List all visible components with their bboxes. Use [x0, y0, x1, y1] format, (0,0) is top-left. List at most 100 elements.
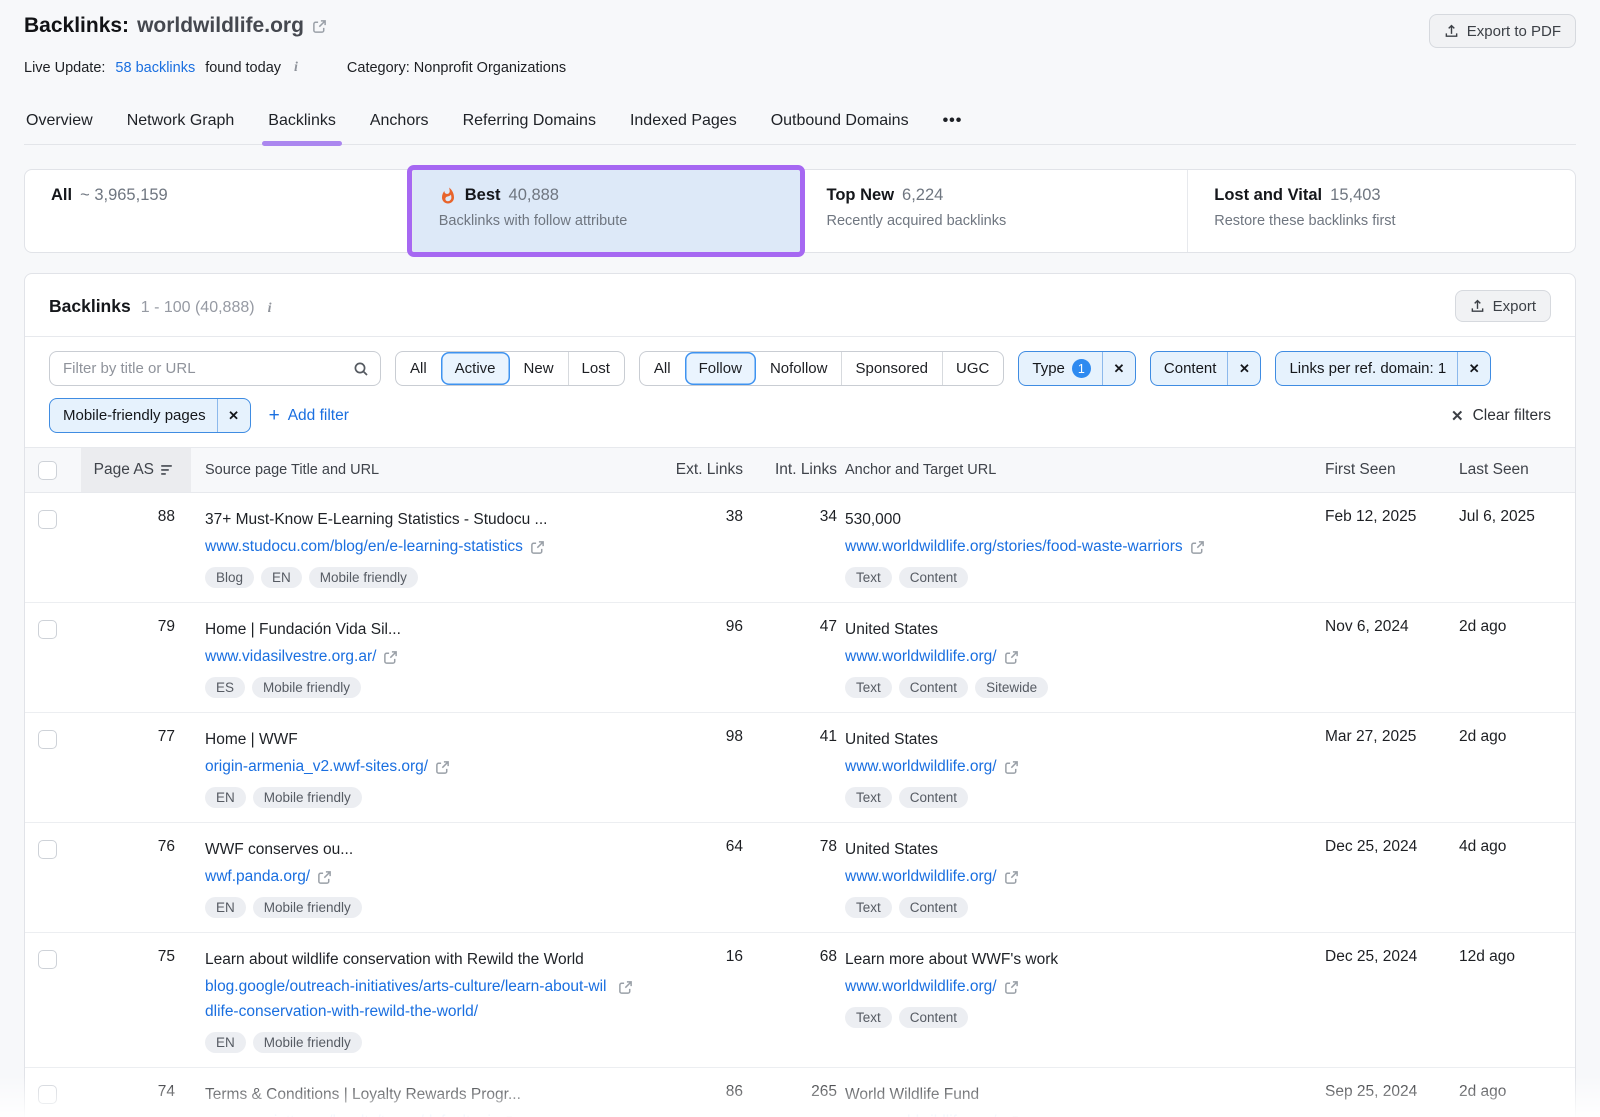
tab-anchors[interactable]: Anchors	[368, 102, 431, 144]
last-seen-value: Jul 6, 2025	[1459, 508, 1575, 588]
target-url-link[interactable]: www.worldwildlife.org/	[845, 644, 997, 669]
anchor-text: World Wildlife Fund	[845, 1083, 1305, 1106]
segment-status-new[interactable]: New	[510, 352, 568, 385]
title-url-filter	[49, 351, 381, 386]
column-header-page-as[interactable]: Page AS	[81, 448, 191, 492]
row-checkbox[interactable]	[38, 620, 57, 639]
segment-status-all[interactable]: All	[396, 352, 441, 385]
external-link-icon[interactable]	[530, 540, 545, 555]
add-filter-button[interactable]: + Add filter	[269, 406, 349, 425]
column-header-int-links[interactable]: Int. Links	[743, 448, 837, 492]
sort-descending-icon	[161, 464, 175, 476]
card-best-value: 40,888	[509, 186, 559, 205]
tag-pill: Mobile friendly	[309, 567, 418, 588]
card-all-title: All	[51, 186, 72, 205]
source-url-link[interactable]: wwf.panda.org/	[205, 864, 310, 889]
clear-filters-button[interactable]: ✕ Clear filters	[1451, 407, 1551, 425]
source-url-link[interactable]: blog.google/outreach-initiatives/arts-cu…	[205, 974, 611, 1024]
tag-pill: EN	[205, 1032, 246, 1053]
tab-overview[interactable]: Overview	[24, 102, 95, 144]
external-link-icon[interactable]	[312, 19, 327, 34]
search-button[interactable]	[342, 352, 380, 385]
segment-follow-all[interactable]: All	[640, 352, 685, 385]
anchor-text: United States	[845, 618, 1305, 641]
segment-status-active[interactable]: Active	[441, 352, 510, 385]
external-link-icon[interactable]	[1004, 870, 1019, 885]
filter-input[interactable]	[50, 360, 342, 377]
category-label: Category: Nonprofit Organizations	[347, 60, 566, 76]
export-button[interactable]: Export	[1455, 290, 1551, 322]
card-top-new-subtitle: Recently acquired backlinks	[827, 213, 1162, 229]
external-link-icon[interactable]	[1004, 980, 1019, 995]
segment-follow[interactable]: Follow	[685, 352, 756, 385]
filter-chip-type[interactable]: Type 1 ✕	[1018, 351, 1136, 386]
column-header-last-seen[interactable]: Last Seen	[1459, 448, 1575, 492]
filter-chip-links-per-domain[interactable]: Links per ref. domain: 1 ✕	[1275, 351, 1491, 386]
external-link-icon[interactable]	[435, 760, 450, 775]
export-to-pdf-button[interactable]: Export to PDF	[1429, 14, 1576, 48]
info-icon[interactable]: i	[265, 301, 275, 317]
summary-card-best[interactable]: Best 40,888 Backlinks with follow attrib…	[412, 170, 800, 252]
column-header-ext-links[interactable]: Ext. Links	[659, 448, 743, 492]
segment-status-lost[interactable]: Lost	[568, 352, 624, 385]
tab-network-graph[interactable]: Network Graph	[125, 102, 237, 144]
external-link-icon[interactable]	[1004, 760, 1019, 775]
card-top-new-value: 6,224	[902, 186, 943, 205]
chip-mobile-friendly-label: Mobile-friendly pages	[63, 407, 206, 424]
page-title-domain: worldwildlife.org	[137, 14, 304, 38]
select-all-checkbox[interactable]	[38, 461, 57, 480]
row-checkbox[interactable]	[38, 840, 57, 859]
source-url-link[interactable]: www.vidasilvestre.org.ar/	[205, 644, 376, 669]
tag-pill: Text	[845, 1007, 892, 1028]
target-url-link[interactable]: www.worldwildlife.org/stories/food-waste…	[845, 534, 1183, 559]
target-url-link[interactable]: www.worldwildlife.org/	[845, 1109, 997, 1117]
row-checkbox[interactable]	[38, 1085, 57, 1104]
tab-outbound-domains[interactable]: Outbound Domains	[769, 102, 911, 144]
segment-sponsored[interactable]: Sponsored	[841, 352, 942, 385]
chip-content-label: Content	[1164, 360, 1217, 377]
first-seen-value: Mar 27, 2025	[1325, 728, 1459, 808]
summary-card-lost-vital[interactable]: Lost and Vital 15,403 Restore these back…	[1187, 170, 1575, 252]
row-checkbox[interactable]	[38, 510, 57, 529]
row-checkbox[interactable]	[38, 950, 57, 969]
column-header-first-seen[interactable]: First Seen	[1325, 448, 1459, 492]
segment-ugc[interactable]: UGC	[942, 352, 1003, 385]
ext-links-value: 98	[659, 728, 743, 808]
close-icon[interactable]: ✕	[217, 399, 250, 432]
anchor-tags: TextContentSitewide	[845, 677, 1305, 698]
summary-card-all[interactable]: All ~ 3,965,159	[25, 170, 412, 252]
tab-backlinks[interactable]: Backlinks	[266, 102, 338, 144]
target-url-link[interactable]: www.worldwildlife.org/	[845, 754, 997, 779]
external-link-icon[interactable]	[1190, 540, 1205, 555]
external-link-icon[interactable]	[383, 650, 398, 665]
summary-card-top-new[interactable]: Top New 6,224 Recently acquired backlink…	[800, 170, 1188, 252]
close-icon[interactable]: ✕	[1227, 352, 1260, 385]
row-checkbox[interactable]	[38, 730, 57, 749]
source-url-link[interactable]: www.marriott.com/loyalty/terms/default.m…	[205, 1109, 491, 1117]
close-icon[interactable]: ✕	[1457, 352, 1490, 385]
target-url-link[interactable]: www.worldwildlife.org/	[845, 864, 997, 889]
info-icon[interactable]: i	[291, 60, 301, 76]
filter-chip-mobile-friendly[interactable]: Mobile-friendly pages ✕	[49, 398, 251, 433]
live-update-link[interactable]: 58 backlinks	[115, 60, 195, 76]
tab-indexed-pages[interactable]: Indexed Pages	[628, 102, 739, 144]
source-page-title: WWF conserves ou...	[205, 838, 633, 861]
tab-referring-domains[interactable]: Referring Domains	[461, 102, 598, 144]
column-header-source[interactable]: Source page Title and URL	[191, 448, 659, 492]
external-link-icon[interactable]	[317, 870, 332, 885]
source-tags: ENMobile friendly	[205, 787, 633, 808]
source-tags: ENMobile friendly	[205, 897, 633, 918]
external-link-icon[interactable]	[1004, 650, 1019, 665]
external-link-icon[interactable]	[618, 980, 633, 995]
anchor-tags: TextContent	[845, 897, 1305, 918]
tab-more-icon[interactable]: •••	[941, 102, 965, 144]
source-url-link[interactable]: www.studocu.com/blog/en/e-learning-stati…	[205, 534, 523, 559]
close-icon[interactable]: ✕	[1102, 352, 1135, 385]
filter-chip-content[interactable]: Content ✕	[1150, 351, 1262, 386]
source-url-link[interactable]: origin-armenia_v2.wwf-sites.org/	[205, 754, 428, 779]
ext-links-value: 96	[659, 618, 743, 698]
target-url-link[interactable]: www.worldwildlife.org/	[845, 974, 997, 999]
table-body: 88 37+ Must-Know E-Learning Statistics -…	[25, 493, 1575, 1117]
segment-nofollow[interactable]: Nofollow	[756, 352, 842, 385]
column-header-anchor[interactable]: Anchor and Target URL	[837, 448, 1325, 492]
